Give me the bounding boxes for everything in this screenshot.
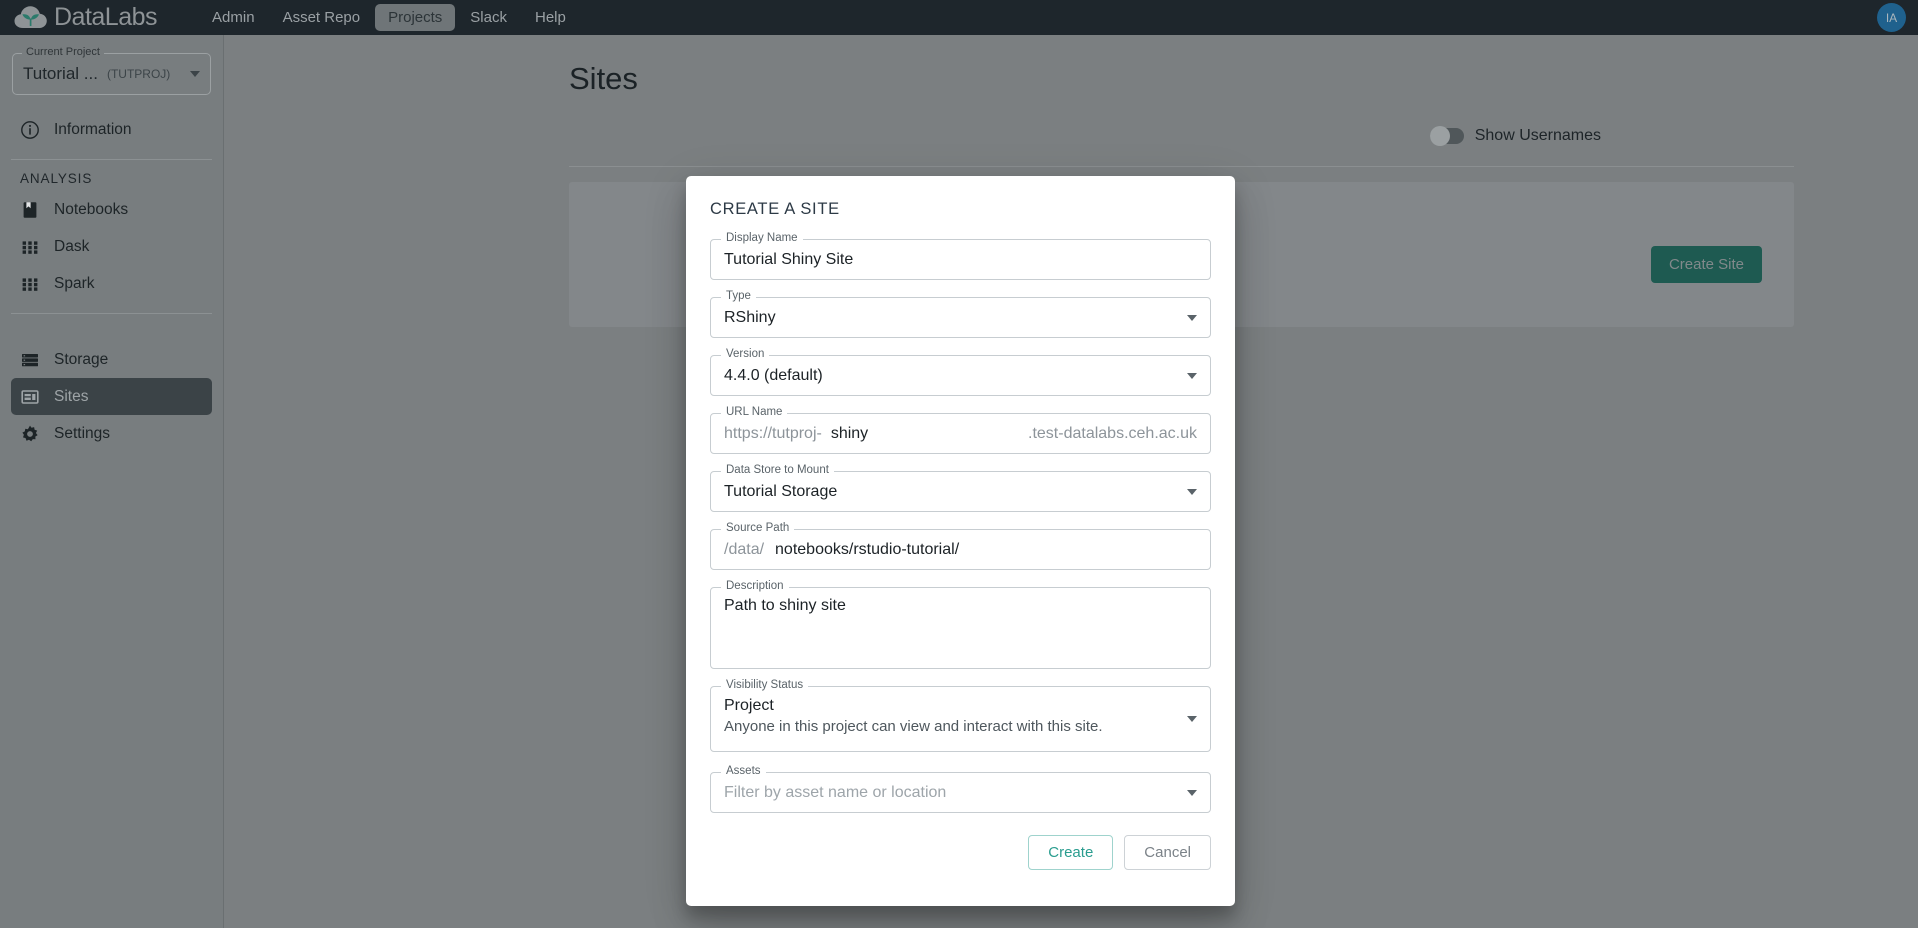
assets-placeholder: Filter by asset name or location [724,783,947,801]
type-value: RShiny [724,308,776,326]
chevron-down-icon [1187,314,1197,321]
create-button[interactable]: Create [1028,835,1114,870]
data-store-legend: Data Store to Mount [721,464,834,476]
version-value: 4.4.0 (default) [724,366,823,384]
source-path-value: notebooks/rstudio-tutorial/ [775,540,960,558]
dialog-actions: Create Cancel [710,835,1211,870]
cancel-button[interactable]: Cancel [1124,835,1211,870]
description-legend: Description [721,580,789,592]
type-legend: Type [721,290,756,302]
visibility-status-select[interactable]: Visibility Status Project Anyone in this… [710,679,1211,752]
visibility-status-value: Project [724,697,774,714]
page-root: DataLabs Admin Asset Repo Projects Slack… [0,0,1918,928]
display-name-field[interactable]: Display Name Tutorial Shiny Site [710,232,1211,280]
assets-legend: Assets [721,765,766,777]
version-legend: Version [721,348,770,360]
display-name-value: Tutorial Shiny Site [724,250,854,268]
url-name-suffix: .test-datalabs.ceh.ac.uk [1028,424,1197,442]
url-name-value: shiny [830,424,869,442]
dialog-title: CREATE A SITE [710,200,840,218]
chevron-down-icon [1187,716,1197,722]
url-name-field[interactable]: URL Name https://tutproj- shiny .test-da… [710,406,1211,454]
create-a-site-dialog: CREATE A SITE Display Name Tutorial Shin… [686,176,1235,906]
data-store-value: Tutorial Storage [724,482,838,500]
version-select[interactable]: Version 4.4.0 (default) [710,348,1211,396]
visibility-status-legend: Visibility Status [721,679,809,691]
source-path-field[interactable]: Source Path /data/ notebooks/rstudio-tut… [710,522,1211,570]
assets-select[interactable]: Assets Filter by asset name or location [710,765,1211,813]
chevron-down-icon [1187,372,1197,379]
type-select[interactable]: Type RShiny [710,290,1211,338]
description-textarea[interactable]: Description Path to shiny site [710,580,1211,669]
data-store-select[interactable]: Data Store to Mount Tutorial Storage [710,464,1211,512]
visibility-status-description: Anyone in this project can view and inte… [724,718,1103,735]
description-value: Path to shiny site [724,597,846,614]
chevron-down-icon [1187,488,1197,495]
chevron-down-icon [1187,789,1197,796]
source-path-prefix: /data/ [724,540,765,558]
url-name-legend: URL Name [721,406,788,418]
url-name-prefix: https://tutproj- [724,424,822,442]
display-name-legend: Display Name [721,232,803,244]
source-path-legend: Source Path [721,522,795,534]
